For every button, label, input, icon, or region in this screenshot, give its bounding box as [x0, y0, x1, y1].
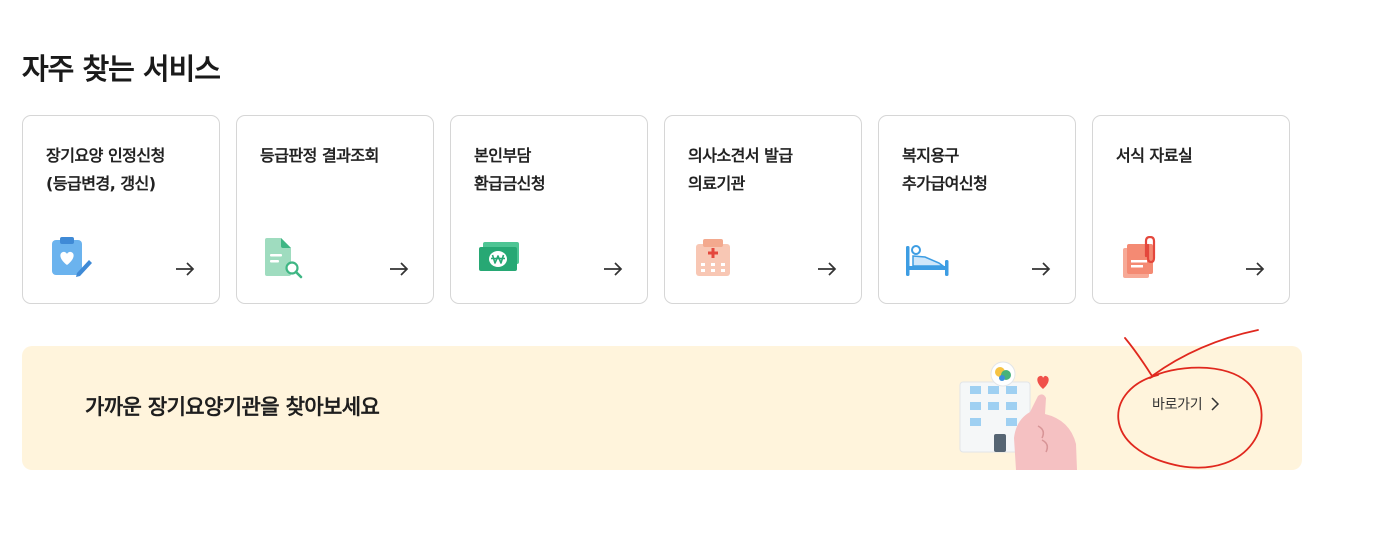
clipboard-heart-icon — [52, 237, 92, 277]
arrow-right-icon — [176, 262, 195, 276]
won-banknote-icon — [479, 242, 519, 271]
arrow-right-icon — [1246, 262, 1265, 276]
service-card-welfare-equipment[interactable]: 복지용구 추가급여신청 — [878, 115, 1076, 304]
section-title: 자주 찾는 서비스 — [22, 52, 221, 86]
hospital-icon — [696, 239, 730, 276]
card-title: 복지용구 추가급여신청 — [902, 146, 988, 193]
shortcut-link-label: 바로가기 — [1152, 397, 1203, 413]
service-card-doctor-opinion[interactable]: 의사소견서 발급 의료기관 — [664, 115, 862, 304]
hospital-heart-hand-illustration — [959, 361, 1077, 470]
banner-text: 가까운 장기요양기관을 찾아보세요 — [85, 395, 380, 419]
hospital-bed-icon — [906, 245, 949, 276]
service-card-refund-application[interactable]: 본인부담 환급금신청 — [450, 115, 648, 304]
arrow-right-icon — [390, 262, 409, 276]
service-cards: 장기요양 인정신청 (등급변경, 갱신) 등급판정 결과조회 본인부담 환급금신… — [22, 115, 1290, 304]
shortcut-link[interactable]: 바로가기 — [1152, 394, 1220, 414]
document-search-icon — [265, 238, 303, 279]
clipped-documents-icon — [1123, 236, 1156, 278]
arrow-right-icon — [1032, 262, 1051, 276]
card-title: 의사소견서 발급 의료기관 — [688, 146, 793, 193]
arrow-right-icon — [604, 262, 623, 276]
card-title: 서식 자료실 — [1116, 146, 1193, 165]
service-card-form-library[interactable]: 서식 자료실 — [1092, 115, 1290, 304]
service-card-grade-result[interactable]: 등급판정 결과조회 — [236, 115, 434, 304]
card-title: 장기요양 인정신청 (등급변경, 갱신) — [46, 146, 165, 193]
arrow-right-icon — [818, 262, 837, 276]
card-title: 등급판정 결과조회 — [260, 146, 379, 165]
chevron-right-icon — [1211, 397, 1220, 411]
card-title: 본인부담 환급금신청 — [474, 146, 546, 193]
find-facility-banner: 가까운 장기요양기관을 찾아보세요 바로가기 — [22, 346, 1302, 470]
service-card-care-application[interactable]: 장기요양 인정신청 (등급변경, 갱신) — [22, 115, 220, 304]
